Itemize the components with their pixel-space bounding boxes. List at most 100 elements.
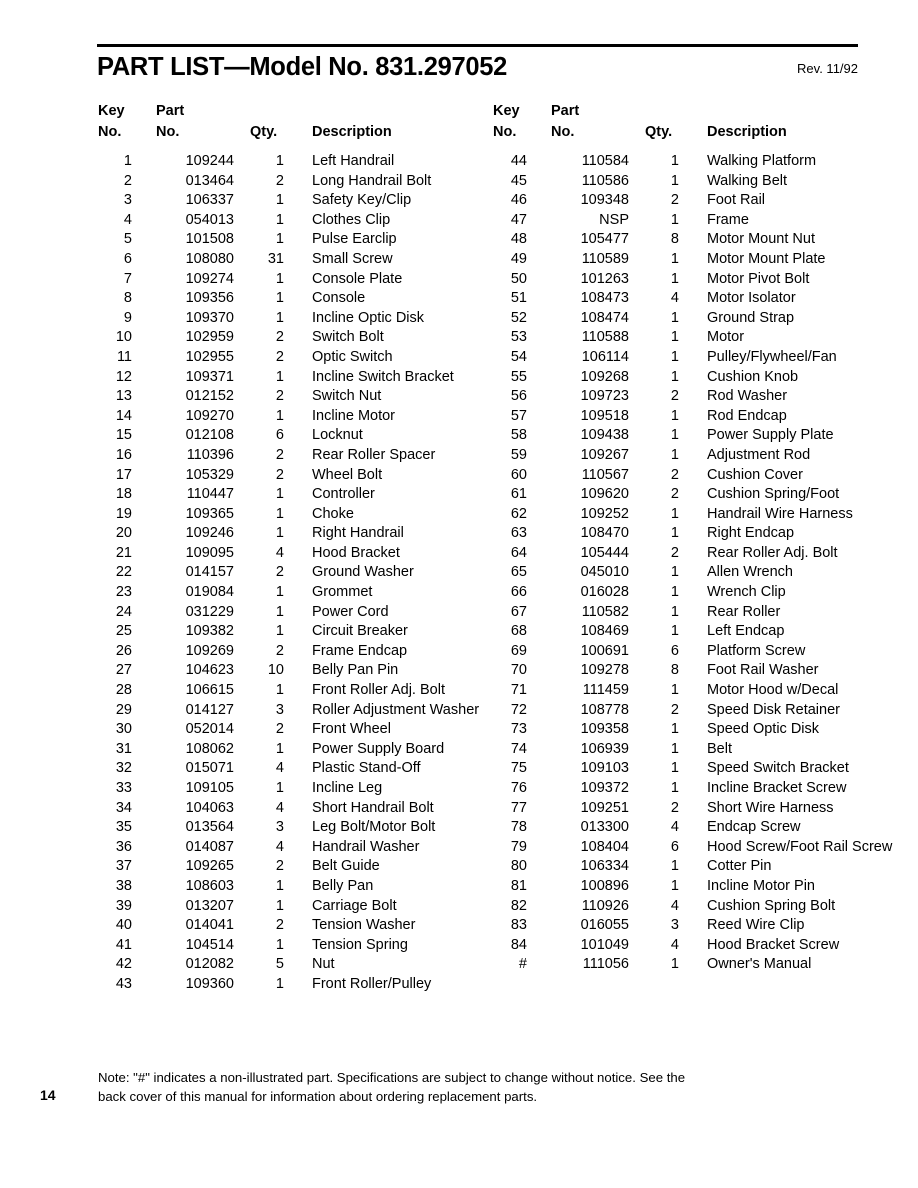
cell-key-no: 83 — [510, 917, 527, 934]
cell-qty: 1 — [275, 231, 284, 248]
cell-key-no: 6 — [123, 250, 132, 267]
cell-description: Wrench Clip — [707, 584, 786, 601]
cell-qty: 1 — [670, 780, 679, 796]
cell-qty: 3 — [275, 701, 284, 718]
cell-description: Choke — [312, 505, 354, 522]
table-row: 28 106615 1 Front Roller Adj. Bolt — [97, 683, 479, 703]
cell-part-no: 015071 — [185, 760, 234, 777]
cell-description: Handrail Washer — [312, 838, 420, 855]
cell-key-no: 7 — [123, 270, 132, 287]
table-row: 75 109103 1 Speed Switch Bracket — [492, 761, 892, 781]
cell-qty: 2 — [275, 172, 284, 189]
cell-description: Reed Wire Clip — [707, 917, 805, 934]
cell-part-no: 109244 — [185, 153, 234, 169]
table-row: 1 109244 1 Left Handrail — [97, 154, 479, 174]
cell-part-no: 108470 — [580, 525, 629, 542]
cell-part-no: 109269 — [185, 642, 234, 659]
header-qty-spacer-right — [629, 104, 679, 125]
cell-key-no: 48 — [510, 231, 527, 248]
cell-qty: 1 — [275, 486, 284, 503]
cell-key-no: 70 — [510, 662, 527, 679]
cell-part-no: 109246 — [185, 525, 234, 542]
cell-key-no: 73 — [510, 721, 527, 738]
cell-description: Left Handrail — [312, 153, 395, 169]
cell-description: Handrail Wire Harness — [707, 505, 853, 522]
cell-qty: 1 — [275, 309, 284, 326]
cell-part-no: 109365 — [185, 505, 234, 522]
table-row: 41 104514 1 Tension Spring — [97, 938, 479, 958]
cell-part-no: 108603 — [185, 877, 234, 894]
table-row: 78 013300 4 Endcap Screw — [492, 820, 892, 840]
cell-key-no: 13 — [115, 388, 132, 405]
table-row: 64 105444 2 Rear Roller Adj. Bolt — [492, 546, 892, 566]
cell-key-no: 27 — [115, 662, 132, 679]
cell-key-no: 21 — [115, 544, 132, 561]
cell-description: Motor Isolator — [707, 290, 796, 307]
cell-part-no: 110586 — [581, 172, 629, 189]
cell-qty: 1 — [275, 505, 284, 522]
cell-description: Speed Switch Bracket — [707, 760, 849, 777]
cell-description: Clothes Clip — [312, 211, 391, 228]
cell-part-no: 014127 — [185, 701, 234, 718]
cell-part-no: 109105 — [185, 780, 234, 796]
cell-qty: 4 — [670, 290, 679, 307]
cell-part-no: 013300 — [580, 819, 629, 836]
cell-key-no: 42 — [115, 956, 132, 973]
cell-key-no: 84 — [510, 936, 527, 953]
table-row: 51 108473 4 Motor Isolator — [492, 291, 892, 311]
header-description: Description — [312, 124, 392, 140]
cell-key-no: 38 — [115, 877, 132, 894]
table-row: #111056 1 Owner's Manual — [492, 957, 892, 977]
cell-key-no: 64 — [510, 544, 527, 561]
cell-part-no: 110589 — [581, 250, 629, 267]
cell-qty: 4 — [275, 544, 284, 561]
table-row: 26 109269 2 Frame Endcap — [97, 644, 479, 664]
cell-description: Front Roller/Pulley — [312, 975, 432, 992]
cell-description: Rear Roller Spacer — [312, 446, 436, 463]
table-row: 69 100691 6 Platform Screw — [492, 644, 892, 664]
cell-key-no: 77 — [510, 799, 527, 816]
cell-qty: 10 — [267, 662, 284, 679]
cell-key-no: 65 — [510, 564, 527, 581]
cell-qty: 1 — [275, 211, 284, 228]
cell-key-no: 60 — [510, 466, 527, 483]
table-row: 5 101508 1 Pulse Earclip — [97, 232, 479, 252]
cell-part-no: 104514 — [185, 936, 234, 953]
cell-key-no: 35 — [115, 819, 132, 836]
cell-key-no: 28 — [115, 682, 132, 699]
cell-description: Adjustment Rod — [707, 446, 811, 463]
cell-key-no: 1 — [123, 153, 132, 169]
cell-key-no: 79 — [510, 838, 527, 855]
cell-part-no: 109270 — [185, 407, 234, 424]
cell-qty: 1 — [275, 603, 284, 620]
cell-description: Front Wheel — [312, 721, 391, 738]
cell-key-no: 75 — [510, 760, 527, 777]
table-row: 40 014041 2 Tension Washer — [97, 918, 479, 938]
table-row: 71 111459 1 Motor Hood w/Decal — [492, 683, 892, 703]
cell-key-no: 29 — [115, 701, 132, 718]
cell-qty: 1 — [670, 211, 679, 228]
cell-key-no: 33 — [115, 780, 132, 796]
cell-key-no: 10 — [115, 329, 132, 346]
cell-qty: 1 — [670, 172, 679, 189]
cell-key-no: 76 — [510, 780, 527, 796]
cell-key-no: 67 — [510, 603, 527, 620]
table-row: 63 108470 1 Right Endcap — [492, 526, 892, 546]
table-body-right: 44 110584 1 Walking Platform 45 110586 1 Walkin… — [492, 154, 892, 977]
table-row: 50 101263 1 Motor Pivot Bolt — [492, 271, 892, 292]
cell-description: Motor Mount Nut — [707, 231, 815, 248]
cell-description: Cushion Spring Bolt — [707, 897, 836, 914]
cell-part-no: 109370 — [185, 309, 234, 326]
header-key-no-line1: Key — [98, 103, 125, 119]
cell-part-no: 109371 — [185, 368, 234, 385]
table-row: 54 106114 1 Pulley/Flywheel/Fan — [492, 350, 892, 370]
cell-key-no: 24 — [115, 603, 132, 620]
cell-description: Speed Optic Disk — [707, 721, 820, 738]
cell-part-no: 109438 — [580, 427, 629, 444]
table-row: 62 109252 1 Handrail Wire Harness — [492, 507, 892, 527]
table-row: 52 108474 1 Ground Strap — [492, 311, 892, 331]
cell-part-no: 108469 — [580, 623, 629, 640]
cell-key-no: 2 — [123, 172, 132, 189]
cell-part-no: 111459 — [582, 682, 629, 699]
cell-key-no: # — [518, 956, 527, 973]
